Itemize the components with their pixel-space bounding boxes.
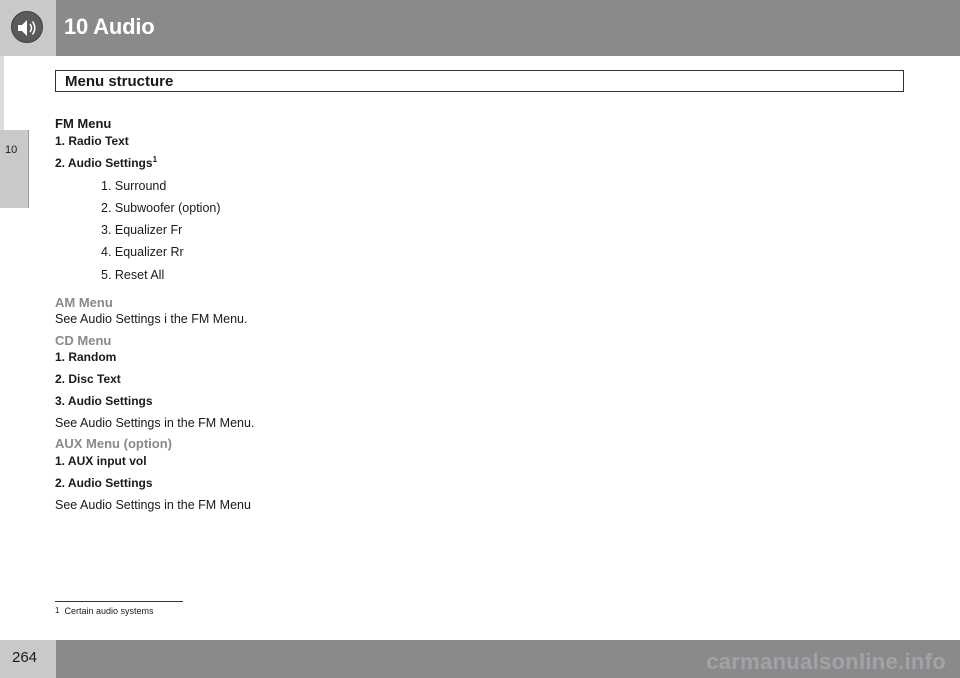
cd-menu-heading: CD Menu <box>55 333 112 348</box>
section-title: Menu structure <box>65 73 174 90</box>
watermark: carmanualsonline.info <box>706 649 946 674</box>
fm-submenu-item: 3. Equalizer Fr <box>101 223 183 237</box>
fm-submenu-item: 1. Surround <box>101 179 167 193</box>
cd-menu-item: 3. Audio Settings <box>55 394 153 408</box>
side-strip <box>0 56 4 130</box>
cd-menu-text: See Audio Settings in the FM Menu. <box>55 416 255 430</box>
fm-menu-item: 1. Radio Text <box>55 134 129 148</box>
am-menu-heading: AM Menu <box>55 295 113 310</box>
fm-menu-item: 2. Audio Settings1 <box>55 155 158 171</box>
page-number-box: 264 <box>0 640 56 678</box>
chapter-side-tab: 10 <box>0 130 29 208</box>
am-menu-text: See Audio Settings i the FM Menu. <box>55 312 248 326</box>
speaker-icon <box>11 11 43 43</box>
fm-submenu-item: 4. Equalizer Rr <box>101 245 184 259</box>
fm-submenu-item: 5. Reset All <box>101 268 165 282</box>
section-title-box: Menu structure <box>55 70 904 92</box>
fm-submenu-item: 2. Subwoofer (option) <box>101 201 221 215</box>
fm-menu-item-label: 2. Audio Settings <box>55 156 153 170</box>
cd-menu-item: 1. Random <box>55 350 117 364</box>
footnote-number: 1 <box>55 606 60 615</box>
side-tab-label: 10 <box>5 144 18 156</box>
aux-menu-heading: AUX Menu (option) <box>55 436 172 451</box>
footnote-text: Certain audio systems <box>64 606 154 616</box>
aux-menu-text: See Audio Settings in the FM Menu <box>55 498 251 512</box>
footnote-divider <box>55 601 183 602</box>
cd-menu-item: 2. Disc Text <box>55 372 121 386</box>
aux-menu-item: 1. AUX input vol <box>55 454 147 468</box>
chapter-title: 10 Audio <box>64 14 155 39</box>
footnote-marker: 1 <box>152 155 158 164</box>
aux-menu-item: 2. Audio Settings <box>55 476 153 490</box>
footnote: 1 Certain audio systems <box>55 606 154 616</box>
chapter-icon-box <box>0 0 56 56</box>
page-number: 264 <box>12 649 38 666</box>
fm-menu-heading: FM Menu <box>55 116 112 131</box>
